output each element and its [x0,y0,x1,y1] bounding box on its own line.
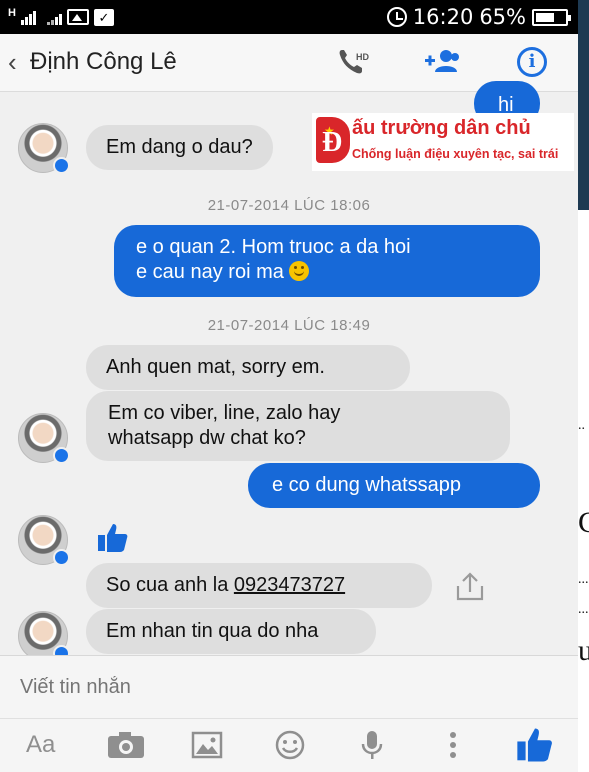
check-icon: ✓ [93,8,114,26]
emoji-icon[interactable] [274,729,306,761]
messenger-badge-icon [53,447,70,464]
composer-toolbar: Aa [0,718,578,770]
watermark-logo-letter: Đ [322,127,343,158]
add-people-icon[interactable] [424,46,464,78]
message-text: e cau nay roi ma [136,261,284,283]
thumbs-up-send-icon[interactable] [514,725,556,762]
timestamp: 21-07-2014 LÚC 18:06 [207,197,371,214]
microphone-icon[interactable] [360,729,384,761]
message-list[interactable]: hi Em dang o dau? ★ Đ ấu trường dân chủ … [0,81,578,662]
clock: 16:20 [412,5,474,29]
status-left-icons: H ✓ [8,6,114,28]
hd-badge: HD [356,52,369,62]
phone-icon[interactable]: HD [336,46,372,78]
smile-emoji-icon [289,261,310,281]
share-icon[interactable] [454,570,486,607]
message-input[interactable] [20,672,420,702]
message-text-line: e cau nay roi ma [136,260,518,285]
messenger-badge-icon [53,549,70,566]
fragment-text: .. [578,418,585,433]
back-button[interactable]: ‹ [8,48,17,76]
gallery-icon[interactable] [191,729,223,761]
battery-icon [532,8,571,26]
contact-avatar[interactable] [18,611,70,662]
info-button[interactable]: i [517,47,547,77]
signal-icon [20,9,36,25]
composer: Aa [0,655,578,772]
message-text-line: Em co viber, line, zalo hay [108,402,341,424]
camera-icon[interactable] [106,729,146,761]
watermark-subtitle: Chống luận điệu xuyên tạc, sai trái [352,147,559,161]
messenger-badge-icon [53,157,70,174]
info-icon: i [517,47,547,77]
message-bubble-outgoing[interactable]: e o quan 2. Hom truoc a da hoi e cau nay… [114,225,540,297]
timestamp: 21-07-2014 LÚC 18:49 [207,317,371,334]
phone-number-link[interactable]: 0923473727 [234,574,345,596]
status-bar: H ✓ 16:20 65% [0,0,578,34]
fragment-text: ... [578,602,589,617]
thumbs-up-icon[interactable] [96,521,130,555]
fragment-text: u [578,634,589,667]
background-dark-strip [578,0,589,210]
message-bubble-incoming[interactable]: Anh quen mat, sorry em. [86,345,410,390]
message-bubble-outgoing[interactable]: e co dung whatssapp [248,463,540,508]
fragment-text: C [578,506,589,539]
signal-icon [46,9,62,25]
message-bubble-incoming[interactable]: Em co viber, line, zalo hay whatsapp dw … [86,391,510,461]
fragment-text: ... [578,572,589,587]
watermark-title: ấu trường dân chủ [352,117,531,139]
contact-avatar[interactable] [18,123,70,174]
background-document-fragment: .. C ... ... u [578,0,589,772]
image-icon [66,9,89,25]
message-text: So cua anh la [106,574,234,596]
message-bubble-incoming[interactable]: Em nhan tin qua do nha [86,609,376,654]
contact-avatar[interactable] [18,515,70,566]
status-right: 16:20 65% [386,4,571,30]
more-icon[interactable] [448,729,458,761]
message-text-line: whatsapp dw chat ko? [108,427,306,449]
text-tool-button[interactable]: Aa [26,731,55,763]
messenger-screen: H ✓ 16:20 65% ‹ Định Công Lê HD i hi Em … [0,0,578,772]
message-bubble-incoming[interactable]: So cua anh la 0923473727 [86,563,432,608]
battery-level [536,12,555,22]
watermark-emblem: ★ Đ [316,117,350,163]
message-bubble-incoming[interactable]: Em dang o dau? [86,125,273,170]
battery-percent: 65% [479,5,526,29]
message-text-line: e o quan 2. Hom truoc a da hoi [136,236,411,258]
network-type-label: H [8,7,16,19]
watermark-logo: ★ Đ ấu trường dân chủ Chống luận điệu xu… [312,113,574,171]
contact-name[interactable]: Định Công Lê [30,48,177,76]
alarm-icon [386,7,407,27]
contact-avatar[interactable] [18,413,70,464]
